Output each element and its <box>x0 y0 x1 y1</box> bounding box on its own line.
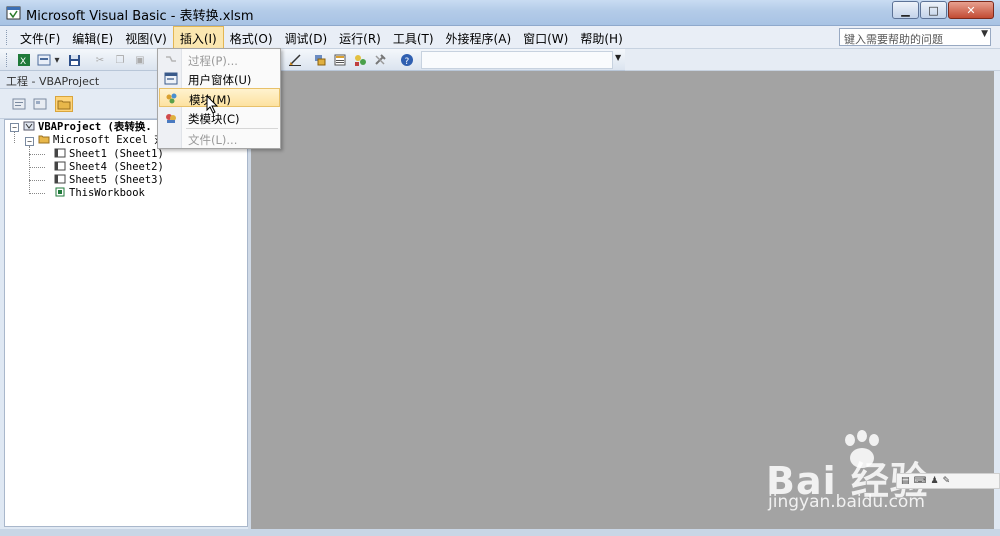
tree-node-label: ThisWorkbook <box>69 187 145 199</box>
object-browser-icon[interactable] <box>352 52 368 68</box>
menu-item-file[interactable]: 文件(L)... <box>159 129 280 148</box>
save-icon[interactable] <box>66 52 82 68</box>
menu-window[interactable]: 窗口(W) <box>517 26 574 49</box>
procedure-icon <box>166 56 176 62</box>
vbaproject-icon <box>23 121 35 131</box>
menu-item-label: 用户窗体(U) <box>188 73 252 87</box>
collapse-toggle[interactable]: − <box>25 137 34 146</box>
mouse-cursor-icon <box>206 95 219 114</box>
tree-connector <box>14 131 15 143</box>
tree-node-thisworkbook[interactable]: ThisWorkbook <box>54 187 145 200</box>
status-strip <box>0 529 1000 536</box>
menu-edit[interactable]: 编辑(E) <box>66 26 119 49</box>
toggle-folders-icon[interactable] <box>55 96 73 112</box>
tree-node-label: Sheet4 (Sheet2) <box>69 161 164 173</box>
menu-addins[interactable]: 外接程序(A) <box>440 26 518 49</box>
flag-icon[interactable]: ▤ <box>901 476 910 486</box>
chevron-down-icon[interactable]: ▼ <box>981 29 988 39</box>
tree-connector <box>29 180 45 181</box>
help-search-placeholder: 键入需要帮助的问题 <box>844 33 943 46</box>
svg-text:X: X <box>20 57 26 67</box>
menu-debug[interactable]: 调试(D) <box>279 26 334 49</box>
design-mode-icon[interactable] <box>287 52 303 68</box>
cut-icon[interactable]: ✂ <box>92 52 108 68</box>
maximize-button[interactable]: □ <box>920 1 947 19</box>
project-explorer-icon[interactable] <box>312 52 328 68</box>
menu-run[interactable]: 运行(R) <box>333 26 387 49</box>
minimize-button[interactable]: ▁ <box>892 1 919 19</box>
toolbar-dock-area <box>625 49 1000 71</box>
workbook-icon <box>55 187 65 197</box>
tree-node-sheet1[interactable]: Sheet1 (Sheet1) <box>54 148 164 161</box>
tree-connector <box>29 154 45 155</box>
tree-node-excel-objects[interactable]: Microsoft Excel 对 <box>38 134 165 147</box>
menu-format[interactable]: 格式(O) <box>224 26 279 49</box>
vba-app-icon <box>6 6 21 20</box>
tree-node-sheet4[interactable]: Sheet4 (Sheet2) <box>54 161 164 174</box>
tree-connector <box>29 167 45 168</box>
menu-view[interactable]: 视图(V) <box>119 26 173 49</box>
menubar-grip[interactable] <box>6 30 9 45</box>
cursor-position-box <box>421 51 613 69</box>
tree-node-vbaproject[interactable]: VBAProject (表转换. <box>23 121 152 134</box>
userform-icon <box>164 72 178 85</box>
menu-help[interactable]: 帮助(H) <box>574 26 628 49</box>
user-icon[interactable]: ♟ <box>931 476 939 486</box>
baidu-url-text: jingyan.baidu.com <box>768 492 925 512</box>
close-button[interactable]: ✕ <box>948 1 994 19</box>
module-icon <box>166 93 177 104</box>
paste-icon[interactable]: ▣ <box>132 52 148 68</box>
toolbar-options-icon[interactable]: ▼ <box>615 53 625 67</box>
project-tree[interactable]: − VBAProject (表转换. − Microsoft Excel 对 S… <box>4 119 248 527</box>
toolbar-grip[interactable] <box>6 53 9 67</box>
view-code-icon[interactable] <box>10 96 28 112</box>
menu-item-userform[interactable]: 用户窗体(U) <box>159 69 280 88</box>
toolbox-icon[interactable] <box>372 52 388 68</box>
wrench-icon[interactable]: ✎ <box>943 476 951 486</box>
collapse-toggle[interactable]: − <box>10 123 19 132</box>
worksheet-icon <box>54 174 66 184</box>
window-title: Microsoft Visual Basic - 表转换.xlsm <box>26 9 254 24</box>
help-search-input[interactable]: 键入需要帮助的问题 ▼ <box>839 28 991 46</box>
insert-userform-icon[interactable] <box>36 52 52 68</box>
menu-insert[interactable]: 插入(I) <box>172 26 224 49</box>
view-object-icon[interactable] <box>31 96 49 112</box>
title-bar: Microsoft Visual Basic - 表转换.xlsm ▁ □ ✕ <box>0 0 1000 26</box>
svg-text:?: ? <box>405 57 410 67</box>
worksheet-icon <box>54 161 66 171</box>
copy-icon[interactable]: ❐ <box>112 52 128 68</box>
tree-node-sheet5[interactable]: Sheet5 (Sheet3) <box>54 174 164 187</box>
help-icon[interactable]: ? <box>399 52 415 68</box>
menu-item-label: 文件(L)... <box>188 133 238 147</box>
tree-node-label: Sheet5 (Sheet3) <box>69 174 164 186</box>
tree-node-label: VBAProject (表转换. <box>38 121 152 133</box>
tree-node-label: Microsoft Excel 对 <box>53 134 165 146</box>
menu-tools[interactable]: 工具(T) <box>387 26 440 49</box>
properties-window-icon[interactable] <box>332 52 348 68</box>
menu-item-procedure[interactable]: 过程(P)... <box>159 50 280 69</box>
tree-connector <box>29 193 45 194</box>
window-controls: ▁ □ ✕ <box>891 1 994 19</box>
class-module-icon <box>166 114 176 123</box>
excel-view-icon[interactable]: X <box>16 52 32 68</box>
mini-toolbar: ▤ ⌨ ♟ ✎ <box>896 473 1000 489</box>
menu-item-label: 过程(P)... <box>188 54 238 68</box>
folder-icon <box>38 135 50 144</box>
tree-node-label: Sheet1 (Sheet1) <box>69 148 164 160</box>
menu-bar: 文件(F) 编辑(E) 视图(V) 插入(I) 格式(O) 调试(D) 运行(R… <box>0 26 1000 49</box>
menu-file[interactable]: 文件(F) <box>14 26 66 49</box>
keyboard-icon[interactable]: ⌨ <box>914 476 927 486</box>
chevron-down-icon[interactable]: ▾ <box>52 52 62 68</box>
standard-toolbar: X ▾ ✂ ❐ ▣ ? ▼ <box>0 49 625 71</box>
worksheet-icon <box>54 148 66 158</box>
